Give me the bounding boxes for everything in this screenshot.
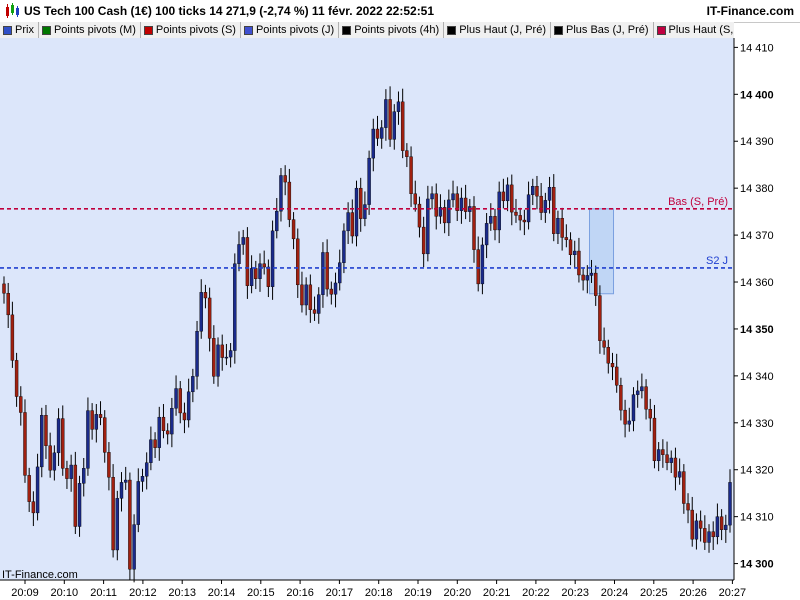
x-tick-label: 20:15 (247, 587, 275, 599)
x-tick-label: 20:18 (365, 587, 393, 599)
x-tick-label: 20:25 (640, 587, 668, 599)
x-tick-label: 20:24 (601, 587, 629, 599)
reference-line-label: S2 J (706, 255, 728, 267)
y-tick-label: 14 390 (740, 136, 774, 148)
x-tick-label: 20:09 (11, 587, 39, 599)
x-tick-label: 20:14 (208, 587, 236, 599)
highlight-zone (589, 208, 615, 295)
y-tick-label: 14 370 (740, 230, 774, 242)
y-tick-label: 14 330 (740, 418, 774, 430)
x-tick-label: 20:26 (679, 587, 707, 599)
candle (111, 464, 115, 558)
x-tick-label: 20:21 (483, 587, 511, 599)
y-tick-label: 14 360 (740, 277, 774, 289)
y-tick-label: 14 340 (740, 371, 774, 383)
y-tick-label: 14 350 (740, 324, 774, 336)
candle (128, 472, 132, 580)
candle (233, 253, 237, 364)
plot-area (0, 38, 734, 580)
x-tick-label: 20:22 (522, 587, 550, 599)
price-chart: Bas (S, Pré) S2 J 14 300 14 310 14 320 14 330… (0, 38, 774, 599)
x-tick-label: 20:10 (51, 587, 79, 599)
x-tick-label: 20:12 (129, 587, 157, 599)
x-tick-label: 20:27 (719, 587, 747, 599)
x-tick-label: 20:13 (168, 587, 196, 599)
y-tick-label: 14 400 (740, 89, 774, 101)
reference-line-label: Bas (S, Pré) (668, 196, 728, 208)
y-tick-label: 14 310 (740, 512, 774, 524)
candle (40, 407, 44, 478)
y-tick-label: 14 300 (740, 559, 774, 571)
y-tick-label: 14 410 (740, 42, 774, 54)
x-tick-label: 20:20 (444, 587, 472, 599)
x-tick-label: 20:16 (286, 587, 314, 599)
y-tick-label: 14 320 (740, 465, 774, 477)
x-tick-label: 20:17 (326, 587, 354, 599)
x-tick-label: 20:19 (404, 587, 432, 599)
candle (115, 490, 120, 561)
x-tick-label: 20:11 (90, 587, 117, 599)
y-tick-label: 14 380 (740, 183, 774, 195)
x-tick-label: 20:23 (561, 587, 589, 599)
footer-brand-label: IT-Finance.com (2, 569, 78, 581)
